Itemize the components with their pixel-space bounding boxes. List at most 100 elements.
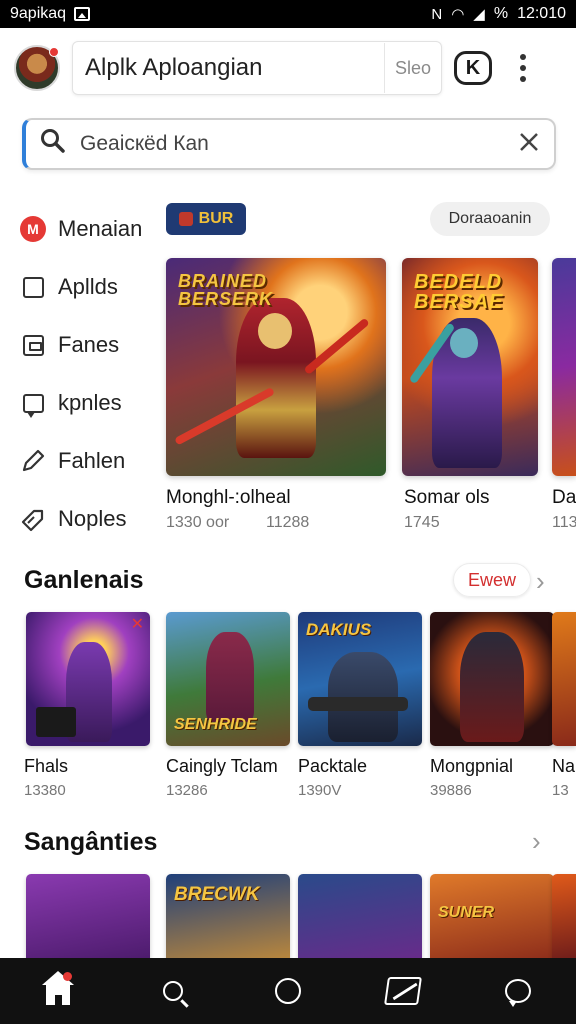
card-art-label: BEDELD BERSAE xyxy=(414,271,504,313)
game-tile[interactable] xyxy=(552,874,576,964)
sidebar-item-label: Noples xyxy=(58,506,127,531)
card-title[interactable]: Monghl-:olheal xyxy=(166,487,291,509)
search-bar[interactable]: Geaicкёd Кan xyxy=(22,118,556,170)
more-options-icon[interactable] xyxy=(520,54,526,82)
status-bar: 9apikaq N ◠ ◢ % 12:010 xyxy=(0,0,576,28)
tile-meta: 1390V xyxy=(298,782,342,799)
game-tile[interactable]: BRECWK xyxy=(166,874,290,964)
status-right: N ◠ ◢ % 12:010 xyxy=(431,5,566,23)
notification-dot xyxy=(49,47,59,57)
game-tile[interactable] xyxy=(430,612,554,746)
game-tile[interactable] xyxy=(26,874,150,964)
sidebar-item-label: Fanes xyxy=(58,332,120,357)
sidebar-item-menaian[interactable]: M Menaian xyxy=(20,200,160,258)
close-icon[interactable] xyxy=(518,128,540,160)
game-tile[interactable] xyxy=(552,612,576,746)
sidebar-item-apllds[interactable]: Apllds xyxy=(20,258,160,316)
app-title-box[interactable]: Alplk Aploangian Sleo xyxy=(72,41,442,95)
nav-chat[interactable] xyxy=(488,966,548,1016)
tile-meta: 39886 xyxy=(430,782,472,799)
tile-title[interactable]: Caingly Tclam xyxy=(166,756,278,777)
tile-meta: 13 xyxy=(552,782,569,799)
tag-icon xyxy=(20,506,46,532)
k-button[interactable]: K xyxy=(454,51,492,85)
card-meta: 113 xyxy=(552,514,576,531)
chat-icon xyxy=(505,979,532,1007)
nav-circle[interactable] xyxy=(258,966,318,1016)
nav-photo[interactable] xyxy=(373,966,433,1016)
app-header: Alplk Aploangian Sleo K xyxy=(14,40,564,96)
carrier-label: 9apikaq xyxy=(10,5,67,22)
battery-label: % xyxy=(493,5,509,22)
sidebar-item-label: Apllds xyxy=(58,274,118,299)
game-tile[interactable]: SUNER xyxy=(430,874,554,964)
brand-icon: M xyxy=(20,216,46,242)
tile-art-label: BRECWK xyxy=(174,884,260,905)
sidebar-item-fahlen[interactable]: Fahlen xyxy=(20,432,160,490)
sidebar-item-label: Menaian xyxy=(58,216,143,241)
view-button[interactable]: Ewew xyxy=(453,563,531,597)
chevron-right-icon[interactable]: › xyxy=(532,826,541,857)
chevron-right-icon[interactable]: › xyxy=(536,566,545,597)
chip-label: BUR xyxy=(198,210,234,227)
photo-icon xyxy=(384,977,423,1005)
game-tile[interactable]: DAKIUS xyxy=(298,612,422,746)
sidebar-item-label: Fahlen xyxy=(58,448,126,473)
card-art-label: BRAINED BERSERK xyxy=(178,271,274,309)
tile-title[interactable]: Mongpnial xyxy=(430,756,513,777)
filter-chip[interactable]: Doraaoanin xyxy=(430,202,550,236)
search-icon xyxy=(40,128,70,161)
sidebar-item-noples[interactable]: Noples xyxy=(20,490,160,548)
section-title: Ganlenais xyxy=(24,566,144,594)
signal-icon: ◢ xyxy=(473,5,485,23)
game-tile[interactable]: ✕ xyxy=(26,612,150,746)
tile-title[interactable]: Na xyxy=(552,756,575,777)
featured-card[interactable]: BEDELD BERSAE xyxy=(402,258,538,476)
featured-card[interactable]: BRAINED BERSERK xyxy=(166,258,386,476)
chat-icon xyxy=(20,390,46,418)
game-tile[interactable] xyxy=(298,874,422,964)
wifi-icon: ◠ xyxy=(451,5,465,23)
k-icon: K xyxy=(465,56,481,79)
bur-chip[interactable]: BUR xyxy=(166,203,246,235)
card-meta: 1330 oor xyxy=(166,514,230,531)
tile-title[interactable]: Packtale xyxy=(298,756,367,777)
close-icon[interactable]: ✕ xyxy=(131,614,144,634)
tile-title[interactable]: Fhals xyxy=(24,756,68,777)
nav-search[interactable] xyxy=(143,966,203,1016)
sidebar-item-label: kpnles xyxy=(58,390,122,415)
circle-icon xyxy=(274,978,301,1004)
app-title: Alplk Aploangian xyxy=(85,54,263,81)
document-icon xyxy=(20,332,46,358)
search-icon xyxy=(162,981,183,1001)
clock: 12:010 xyxy=(517,5,566,22)
sidebar-item-fanes[interactable]: Fanes xyxy=(20,316,160,374)
tile-art-label: DAKIUS xyxy=(306,620,372,639)
sidebar: M Menaian Apllds Fanes kpnles Fahlen Nop… xyxy=(20,200,160,548)
avatar[interactable] xyxy=(14,45,60,91)
card-title[interactable]: Somar ols xyxy=(404,487,490,509)
sidebar-item-kpnles[interactable]: kpnles xyxy=(20,374,160,432)
nfc-icon: N xyxy=(431,5,443,23)
tile-meta: 13380 xyxy=(24,782,66,799)
pencil-icon xyxy=(20,448,46,474)
notification-dot xyxy=(62,972,72,981)
tile-meta: 13286 xyxy=(166,782,208,799)
photo-icon xyxy=(74,7,91,21)
tile-art-label: SUNER xyxy=(438,904,495,921)
status-left: 9apikaq xyxy=(10,5,91,23)
bottom-navigation xyxy=(0,958,576,1024)
game-tile[interactable]: SENHRIDE xyxy=(166,612,290,746)
secondary-label[interactable]: Sleo xyxy=(385,58,441,79)
section-title: Sangânties xyxy=(24,828,158,856)
card-title[interactable]: Da xyxy=(552,487,576,509)
home-icon xyxy=(41,971,74,1005)
tile-art-label: SENHRIDE xyxy=(174,716,257,733)
search-input[interactable]: Geaicкёd Кan xyxy=(70,132,518,156)
featured-card[interactable] xyxy=(552,258,576,476)
card-meta: 1745 xyxy=(404,514,440,531)
square-icon xyxy=(20,274,46,300)
card-meta: 11288 xyxy=(266,514,310,531)
nav-home[interactable] xyxy=(28,966,88,1016)
gem-icon xyxy=(178,212,193,226)
